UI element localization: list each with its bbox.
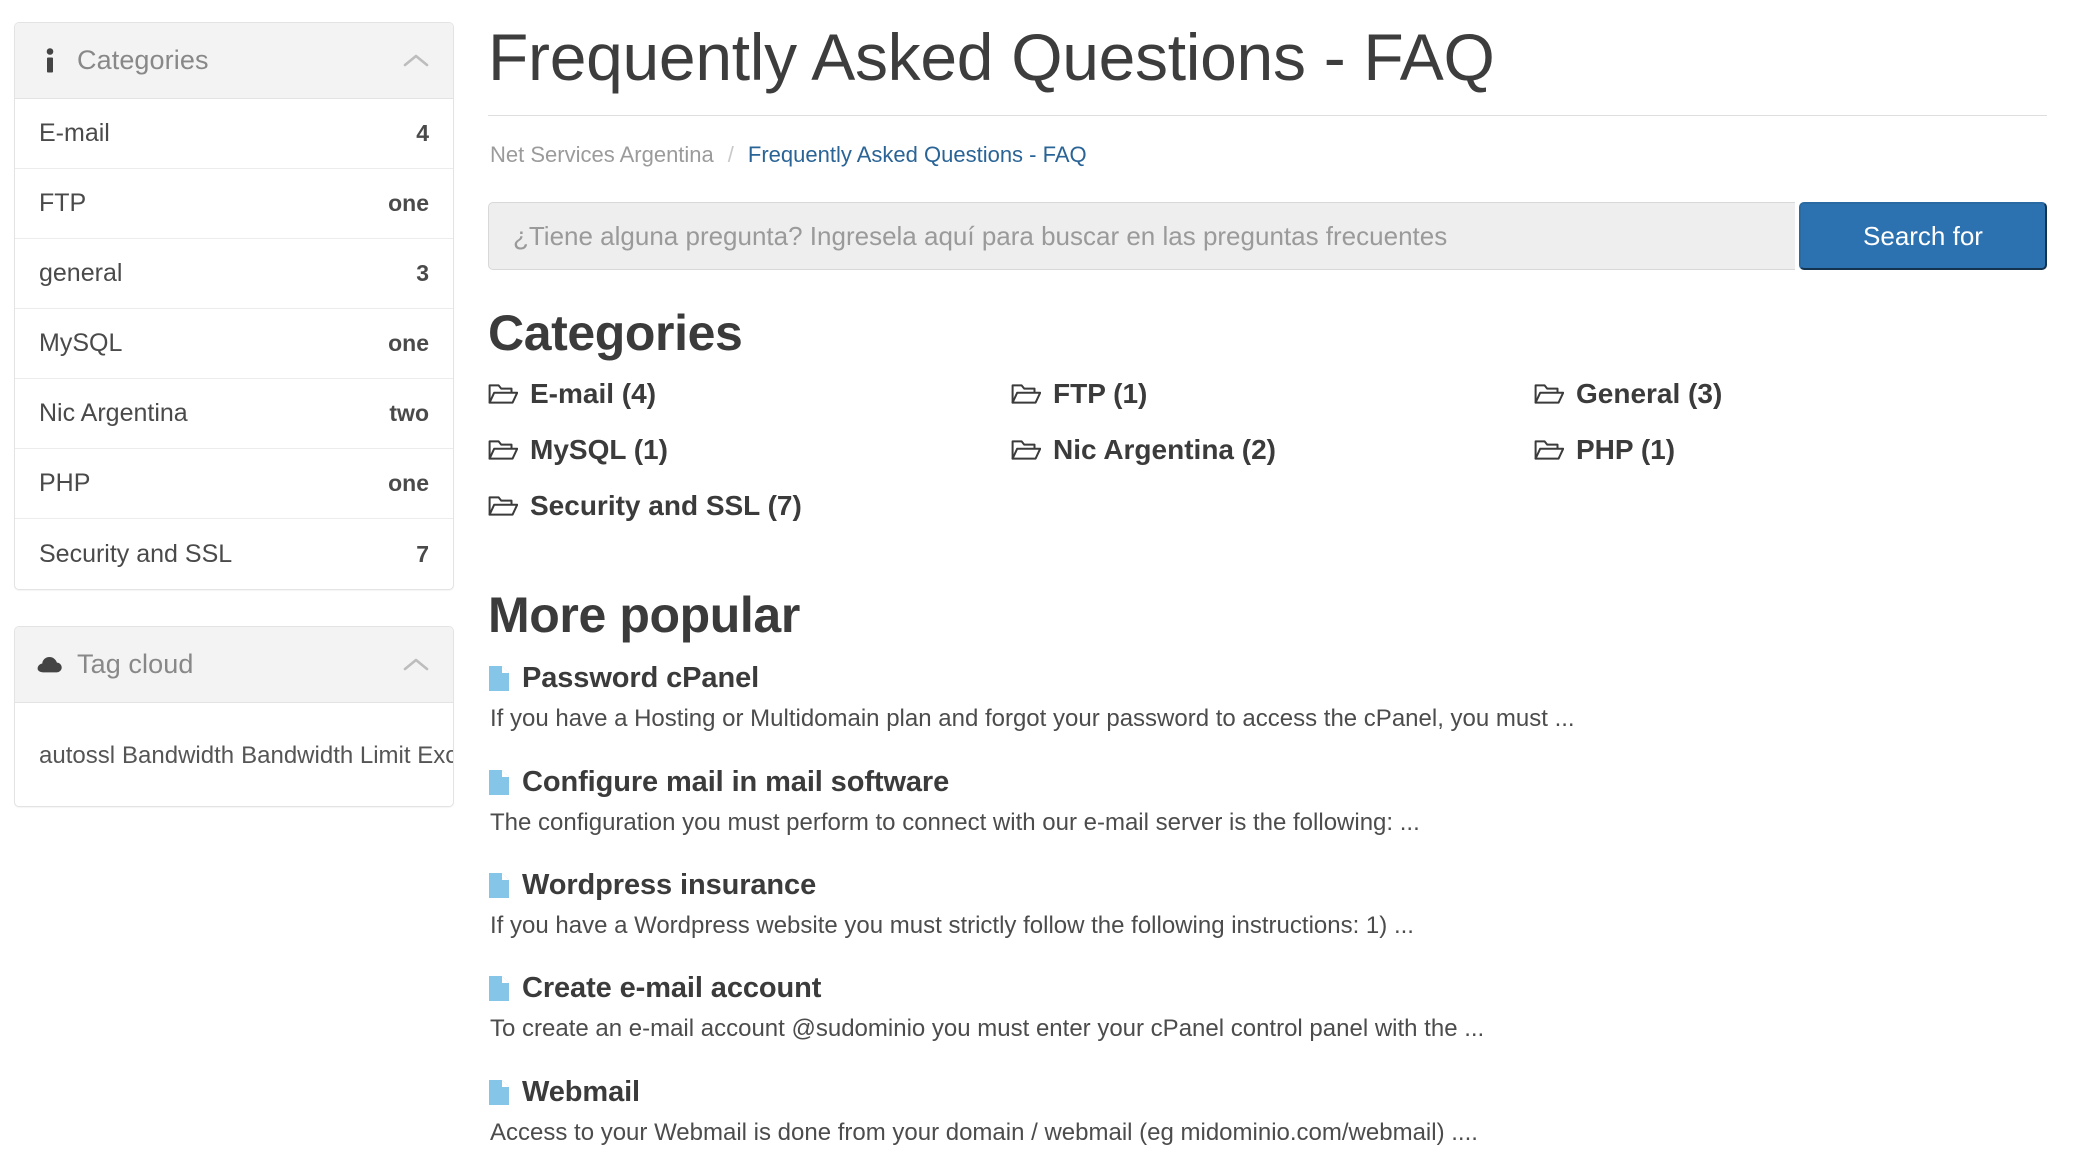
popular-item-excerpt: Access to your Webmail is done from your…: [490, 1118, 1478, 1146]
folder-open-icon: [488, 494, 518, 518]
file-document-icon: [488, 1079, 510, 1106]
sidebar-category-list: E-mail 4 FTP one general 3 MySQL one Nic…: [15, 99, 453, 589]
breadcrumb: Net Services Argentina / Frequently Aske…: [488, 116, 2047, 168]
categories-section-title: Categories: [488, 305, 743, 362]
sidebar-item-mysql[interactable]: MySQL one: [15, 309, 453, 379]
sidebar-item-php[interactable]: PHP one: [15, 449, 453, 519]
main-content: Frequently Asked Questions - FAQ Net Ser…: [470, 21, 2087, 1176]
sidebar-item-label: FTP: [39, 189, 87, 217]
page-root: Categories E-mail 4 FTP one general 3 My…: [0, 0, 2087, 1176]
sidebar-item-label: Security and SSL: [39, 539, 233, 568]
category-link-label: PHP (1): [1576, 434, 1676, 466]
popular-item-header: Wordpress insurance: [488, 869, 2047, 902]
sidebar-item-count: 3: [416, 260, 429, 286]
sidebar-item-general[interactable]: general 3: [15, 239, 453, 309]
sidebar-item-security-and-ssl[interactable]: Security and SSL 7: [15, 519, 453, 589]
categories-panel-title: Categories: [77, 45, 209, 75]
popular-item: Webmail Access to your Webmail is done f…: [488, 1076, 2047, 1149]
sidebar-item-label: PHP: [39, 469, 91, 497]
popular-item: Create e-mail account To create an e-mai…: [488, 972, 2047, 1045]
category-link-security-and-ssl[interactable]: Security and SSL (7): [488, 490, 1001, 522]
folder-open-icon: [1011, 438, 1041, 462]
tag-cloud-panel: Tag cloud autossl Bandwidth Bandwidth Limi…: [14, 626, 454, 808]
file-document-icon: [488, 975, 510, 1002]
search-bar: Search for: [488, 202, 2047, 271]
sidebar-item-label: E-mail: [39, 119, 110, 147]
categories-panel-header[interactable]: Categories: [15, 23, 453, 99]
tag-cloud-panel-header[interactable]: Tag cloud: [15, 627, 453, 703]
category-link-label: MySQL (1): [530, 434, 668, 466]
categories-grid: E-mail (4) FTP (1) General (3) MySQL (1)…: [488, 378, 2047, 522]
popular-item-title[interactable]: Password cPanel: [522, 662, 759, 695]
popular-item-header: Configure mail in mail software: [488, 766, 2047, 799]
category-link-label: Security and SSL (7): [530, 490, 802, 522]
popular-item-title[interactable]: Wordpress insurance: [522, 869, 816, 902]
category-link-label: E-mail (4): [530, 378, 657, 410]
file-document-icon: [488, 665, 510, 692]
popular-item-excerpt: If you have a Hosting or Multidomain pla…: [490, 705, 1575, 733]
breadcrumb-current[interactable]: Frequently Asked Questions - FAQ: [748, 142, 1087, 168]
popular-item-excerpt: The configuration you must perform to co…: [490, 808, 1420, 836]
sidebar-item-email[interactable]: E-mail 4: [15, 99, 453, 169]
sidebar-item-count: one: [388, 330, 429, 356]
sidebar-item-nic-argentina[interactable]: Nic Argentina two: [15, 379, 453, 449]
sidebar-item-label: Nic Argentina: [39, 399, 188, 427]
folder-open-icon: [1011, 382, 1041, 406]
category-link-general[interactable]: General (3): [1534, 378, 2047, 410]
search-button[interactable]: Search for: [1799, 202, 2047, 271]
category-link-label: General (3): [1576, 378, 1723, 410]
folder-open-icon: [1534, 382, 1564, 406]
tag-bandwidth[interactable]: Bandwidth: [122, 742, 234, 769]
popular-item: Password cPanel If you have a Hosting or…: [488, 662, 2047, 735]
popular-item-header: Password cPanel: [488, 662, 2047, 695]
popular-list: Password cPanel If you have a Hosting or…: [488, 662, 2047, 1149]
popular-section-title: More popular: [488, 587, 800, 644]
popular-item-title[interactable]: Create e-mail account: [522, 972, 821, 1005]
sidebar-item-label: MySQL: [39, 329, 123, 357]
sidebar-item-ftp[interactable]: FTP one: [15, 169, 453, 239]
file-document-icon: [488, 872, 510, 899]
page-title: Frequently Asked Questions - FAQ: [488, 21, 2047, 117]
sidebar-item-count: two: [389, 400, 429, 426]
popular-item-header: Create e-mail account: [488, 972, 2047, 1005]
info-icon: [37, 47, 63, 74]
popular-item-title[interactable]: Configure mail in mail software: [522, 766, 949, 799]
tag-autossl[interactable]: autossl: [39, 742, 115, 769]
sidebar-item-count: one: [388, 190, 429, 216]
breadcrumb-separator: /: [727, 142, 734, 168]
popular-item: Configure mail in mail software The conf…: [488, 766, 2047, 839]
tag-cloud-panel-title: Tag cloud: [77, 649, 194, 679]
folder-open-icon: [1534, 438, 1564, 462]
sidebar-item-count: 7: [416, 540, 429, 567]
category-link-email[interactable]: E-mail (4): [488, 378, 1001, 410]
category-link-mysql[interactable]: MySQL (1): [488, 434, 1001, 466]
popular-item-header: Webmail: [488, 1076, 2047, 1109]
popular-item-excerpt: If you have a Wordpress website you must…: [490, 912, 1414, 940]
popular-item-title[interactable]: Webmail: [522, 1076, 640, 1109]
file-document-icon: [488, 769, 510, 796]
cloud-icon: [37, 655, 63, 675]
tag-bandwidth-limit-exceeded[interactable]: Bandwidth Limit Exceeded: [241, 742, 453, 769]
tag-cloud-body: autossl Bandwidth Bandwidth Limit Exceeded…: [15, 703, 453, 806]
sidebar-item-count: 4: [416, 120, 429, 146]
sidebar: Categories E-mail 4 FTP one general 3 My…: [0, 22, 470, 843]
category-link-nic-argentina[interactable]: Nic Argentina (2): [1011, 434, 1524, 466]
category-link-php[interactable]: PHP (1): [1534, 434, 2047, 466]
folder-open-icon: [488, 438, 518, 462]
sidebar-item-label: general: [39, 259, 123, 287]
chevron-up-icon[interactable]: [401, 655, 431, 675]
popular-item-excerpt: To create an e-mail account @sudominio y…: [490, 1015, 1485, 1043]
category-link-label: FTP (1): [1053, 378, 1148, 410]
breadcrumb-root: Net Services Argentina: [490, 142, 714, 168]
folder-open-icon: [488, 382, 518, 406]
popular-item: Wordpress insurance If you have a Wordpr…: [488, 869, 2047, 942]
categories-panel: Categories E-mail 4 FTP one general 3 My…: [14, 22, 454, 590]
category-link-label: Nic Argentina (2): [1053, 434, 1276, 466]
chevron-up-icon[interactable]: [401, 51, 431, 71]
sidebar-item-count: one: [388, 470, 429, 496]
category-link-ftp[interactable]: FTP (1): [1011, 378, 1524, 410]
search-input[interactable]: [488, 202, 1795, 271]
